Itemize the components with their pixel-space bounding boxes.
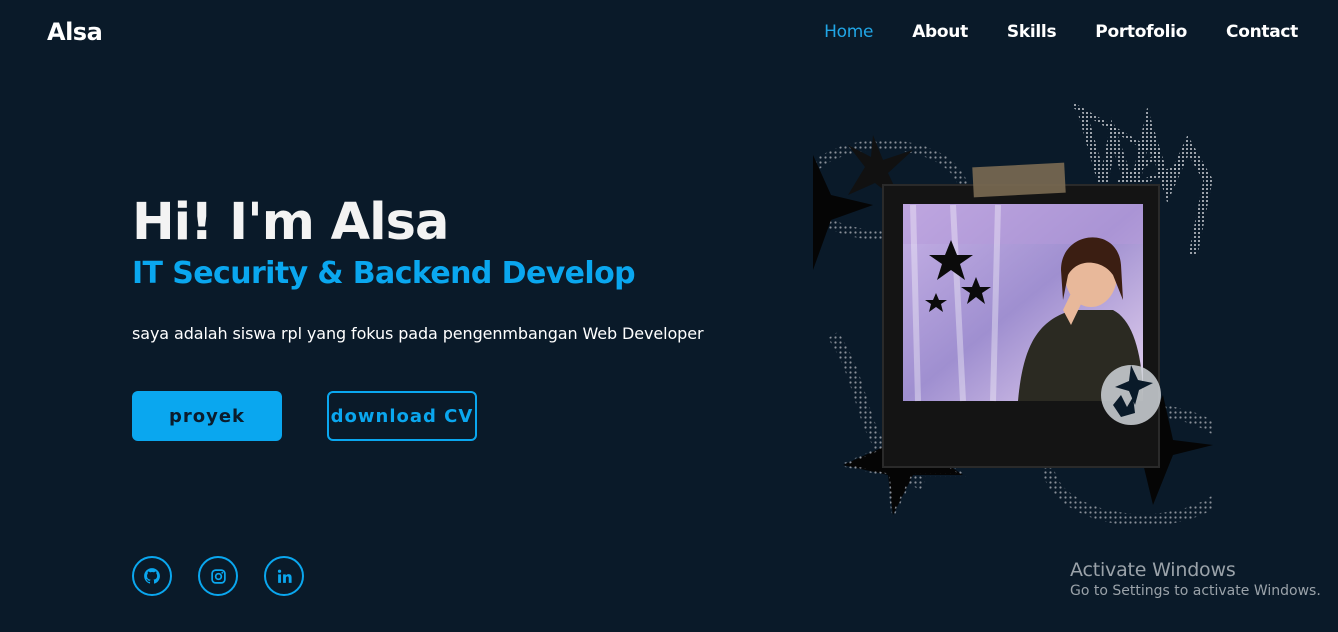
tape-strip xyxy=(972,162,1066,198)
site-logo[interactable]: Alsa xyxy=(47,18,103,46)
watermark-title: Activate Windows xyxy=(1070,559,1236,581)
hero-subtitle: IT Security & Backend Develop xyxy=(132,256,636,291)
windows-activation-watermark: Activate Windows Go to Settings to activ… xyxy=(1070,559,1321,599)
nav-item-portofolio[interactable]: Portofolio xyxy=(1095,22,1187,42)
main-nav: Home About Skills Portofolio Contact xyxy=(785,22,1298,42)
hero-description: saya adalah siswa rpl yang fokus pada pe… xyxy=(132,324,704,343)
watermark-subtitle: Go to Settings to activate Windows. xyxy=(1070,583,1321,599)
social-links xyxy=(132,556,304,596)
download-cv-button[interactable]: download CV xyxy=(327,391,477,441)
nav-item-about[interactable]: About xyxy=(912,22,968,42)
instagram-link[interactable] xyxy=(198,556,238,596)
linkedin-icon xyxy=(277,569,292,583)
linkedin-link[interactable] xyxy=(264,556,304,596)
nav-item-contact[interactable]: Contact xyxy=(1226,22,1298,42)
instagram-icon xyxy=(210,568,226,584)
github-icon xyxy=(144,568,160,584)
hero-title: Hi! I'm Alsa xyxy=(132,193,449,252)
profile-artwork xyxy=(813,102,1213,526)
nav-item-home[interactable]: Home xyxy=(824,22,873,42)
nav-item-skills[interactable]: Skills xyxy=(1007,22,1057,42)
github-link[interactable] xyxy=(132,556,172,596)
proyek-button[interactable]: proyek xyxy=(132,391,282,441)
hero-section: Hi! I'm Alsa IT Security & Backend Devel… xyxy=(132,190,704,343)
